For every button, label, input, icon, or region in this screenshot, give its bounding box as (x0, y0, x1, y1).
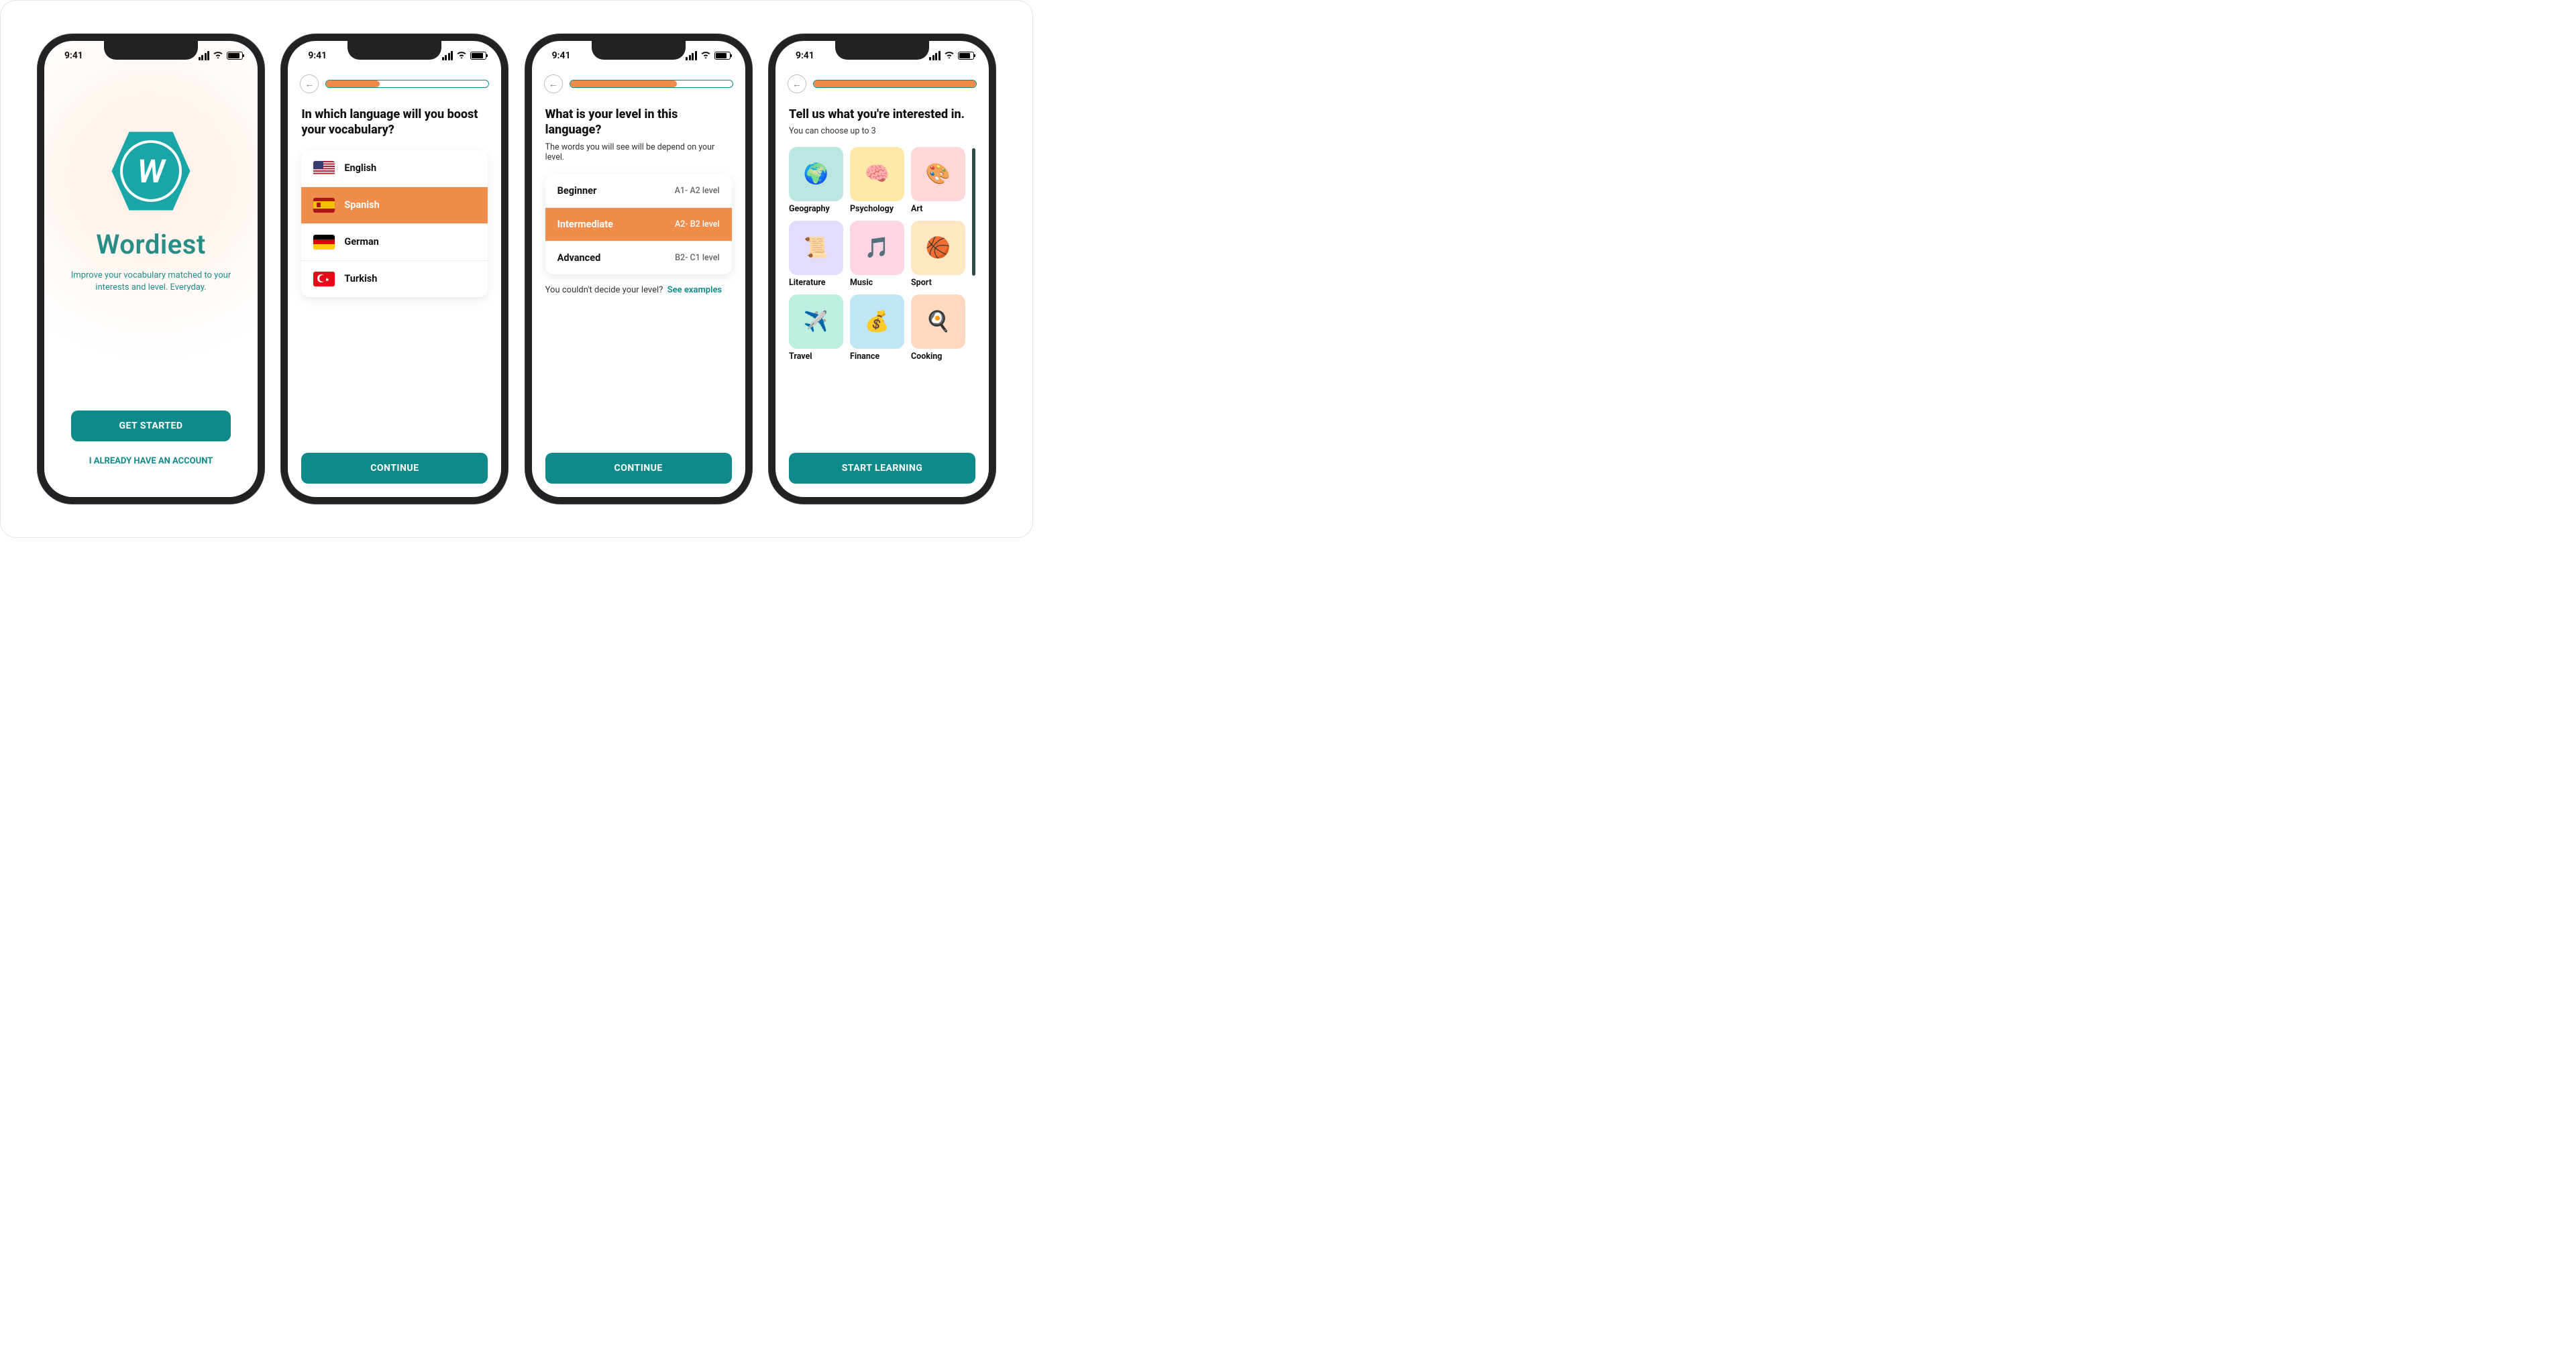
status-time: 9:41 (796, 50, 814, 61)
scroll-indicator[interactable] (972, 148, 975, 276)
phone-interests: 9:41 ← Tell us what you're interested in… (769, 34, 996, 504)
interest-tile-travel[interactable]: ✈️ Travel (789, 294, 843, 362)
language-option-english[interactable]: English (301, 150, 488, 187)
interest-tile-psychology[interactable]: 🧠 Psychology (850, 147, 904, 214)
language-option-turkish[interactable]: ★ Turkish (301, 261, 488, 297)
level-option-beginner[interactable]: Beginner A1- A2 level (545, 174, 732, 208)
screen-title: What is your level in this language? (545, 107, 732, 138)
status-time: 9:41 (64, 50, 83, 61)
device-notch (104, 41, 198, 60)
interest-label: Music (850, 278, 904, 288)
screen-subtitle: The words you will see will be depend on… (545, 142, 732, 162)
see-examples-link[interactable]: See examples (667, 285, 722, 295)
signal-icon (199, 51, 210, 60)
app-logo: W (104, 124, 198, 218)
wifi-icon (944, 50, 955, 61)
back-button[interactable]: ← (300, 74, 319, 93)
phone-language: 9:41 ← In which language will you boost … (281, 34, 508, 504)
interest-tile-sport[interactable]: 🏀 Sport (911, 221, 965, 288)
signal-icon (442, 51, 453, 60)
screen-title: In which language will you boost your vo… (301, 107, 488, 138)
interest-tile-literature[interactable]: 📜 Literature (789, 221, 843, 288)
device-notch (835, 41, 929, 60)
back-button[interactable]: ← (788, 74, 806, 93)
interest-tile-art[interactable]: 🎨 Art (911, 147, 965, 214)
battery-icon (227, 52, 243, 60)
interest-icon: 🧠 (850, 147, 904, 201)
interest-label: Art (911, 204, 965, 214)
language-option-spanish[interactable]: Spanish (301, 187, 488, 224)
interest-icon: 🍳 (911, 294, 965, 349)
flag-tr-icon: ★ (313, 272, 335, 286)
level-label: Beginner (557, 185, 597, 197)
language-label: Spanish (344, 199, 379, 211)
interest-label: Sport (911, 278, 965, 288)
wifi-icon (456, 50, 467, 61)
start-learning-button[interactable]: START LEARNING (789, 453, 975, 484)
wifi-icon (213, 50, 223, 61)
language-label: German (344, 236, 378, 248)
interest-tile-cooking[interactable]: 🍳 Cooking (911, 294, 965, 362)
back-button[interactable]: ← (544, 74, 563, 93)
interest-label: Travel (789, 351, 843, 362)
login-link[interactable]: I ALREADY HAVE AN ACCOUNT (58, 456, 244, 466)
signal-icon (686, 51, 697, 60)
interest-icon: ✈️ (789, 294, 843, 349)
wifi-icon (700, 50, 711, 61)
level-range: A2- B2 level (675, 219, 720, 229)
flag-es-icon (313, 198, 335, 213)
app-name: Wordiest (96, 229, 206, 260)
phone-level: 9:41 ← What is your level in this langua… (525, 34, 752, 504)
interest-tile-music[interactable]: 🎵 Music (850, 221, 904, 288)
signal-icon (929, 51, 941, 60)
level-label: Intermediate (557, 219, 613, 230)
language-label: English (344, 162, 376, 174)
interest-label: Finance (850, 351, 904, 362)
app-tagline: Improve your vocabulary matched to your … (70, 270, 231, 294)
device-notch (592, 41, 686, 60)
interest-tile-geography[interactable]: 🌍 Geography (789, 147, 843, 214)
progress-bar (325, 80, 489, 88)
interest-label: Psychology (850, 204, 904, 214)
phone-welcome: 9:41 W Wordiest Improve your vocabulary … (38, 34, 264, 504)
flag-de-icon (313, 235, 335, 250)
flag-us-icon (313, 161, 335, 176)
status-time: 9:41 (308, 50, 327, 61)
screen-subtitle: You can choose up to 3 (789, 126, 975, 136)
battery-icon (470, 52, 486, 60)
device-notch (347, 41, 441, 60)
interest-icon: 📜 (789, 221, 843, 275)
hint-text: You couldn't decide your level? (545, 285, 663, 295)
screen-title: Tell us what you're interested in. (789, 107, 975, 122)
battery-icon (714, 52, 731, 60)
level-range: A1- A2 level (675, 186, 720, 196)
level-option-intermediate[interactable]: Intermediate A2- B2 level (545, 208, 732, 241)
interest-icon: 🌍 (789, 147, 843, 201)
interest-icon: 🎵 (850, 221, 904, 275)
interest-tile-finance[interactable]: 💰 Finance (850, 294, 904, 362)
level-range: B2- C1 level (675, 253, 720, 263)
language-label: Turkish (344, 273, 377, 284)
interest-icon: 🏀 (911, 221, 965, 275)
status-time: 9:41 (552, 50, 571, 61)
continue-button[interactable]: CONTINUE (301, 453, 488, 484)
interest-label: Geography (789, 204, 843, 214)
get-started-button[interactable]: GET STARTED (71, 411, 231, 441)
language-option-german[interactable]: German (301, 224, 488, 261)
logo-letter: W (120, 140, 182, 202)
level-label: Advanced (557, 252, 601, 264)
progress-bar (813, 80, 977, 88)
interest-icon: 🎨 (911, 147, 965, 201)
level-option-advanced[interactable]: Advanced B2- C1 level (545, 241, 732, 274)
battery-icon (958, 52, 974, 60)
interest-label: Cooking (911, 351, 965, 362)
progress-bar (570, 80, 733, 88)
interest-icon: 💰 (850, 294, 904, 349)
interest-label: Literature (789, 278, 843, 288)
continue-button[interactable]: CONTINUE (545, 453, 732, 484)
